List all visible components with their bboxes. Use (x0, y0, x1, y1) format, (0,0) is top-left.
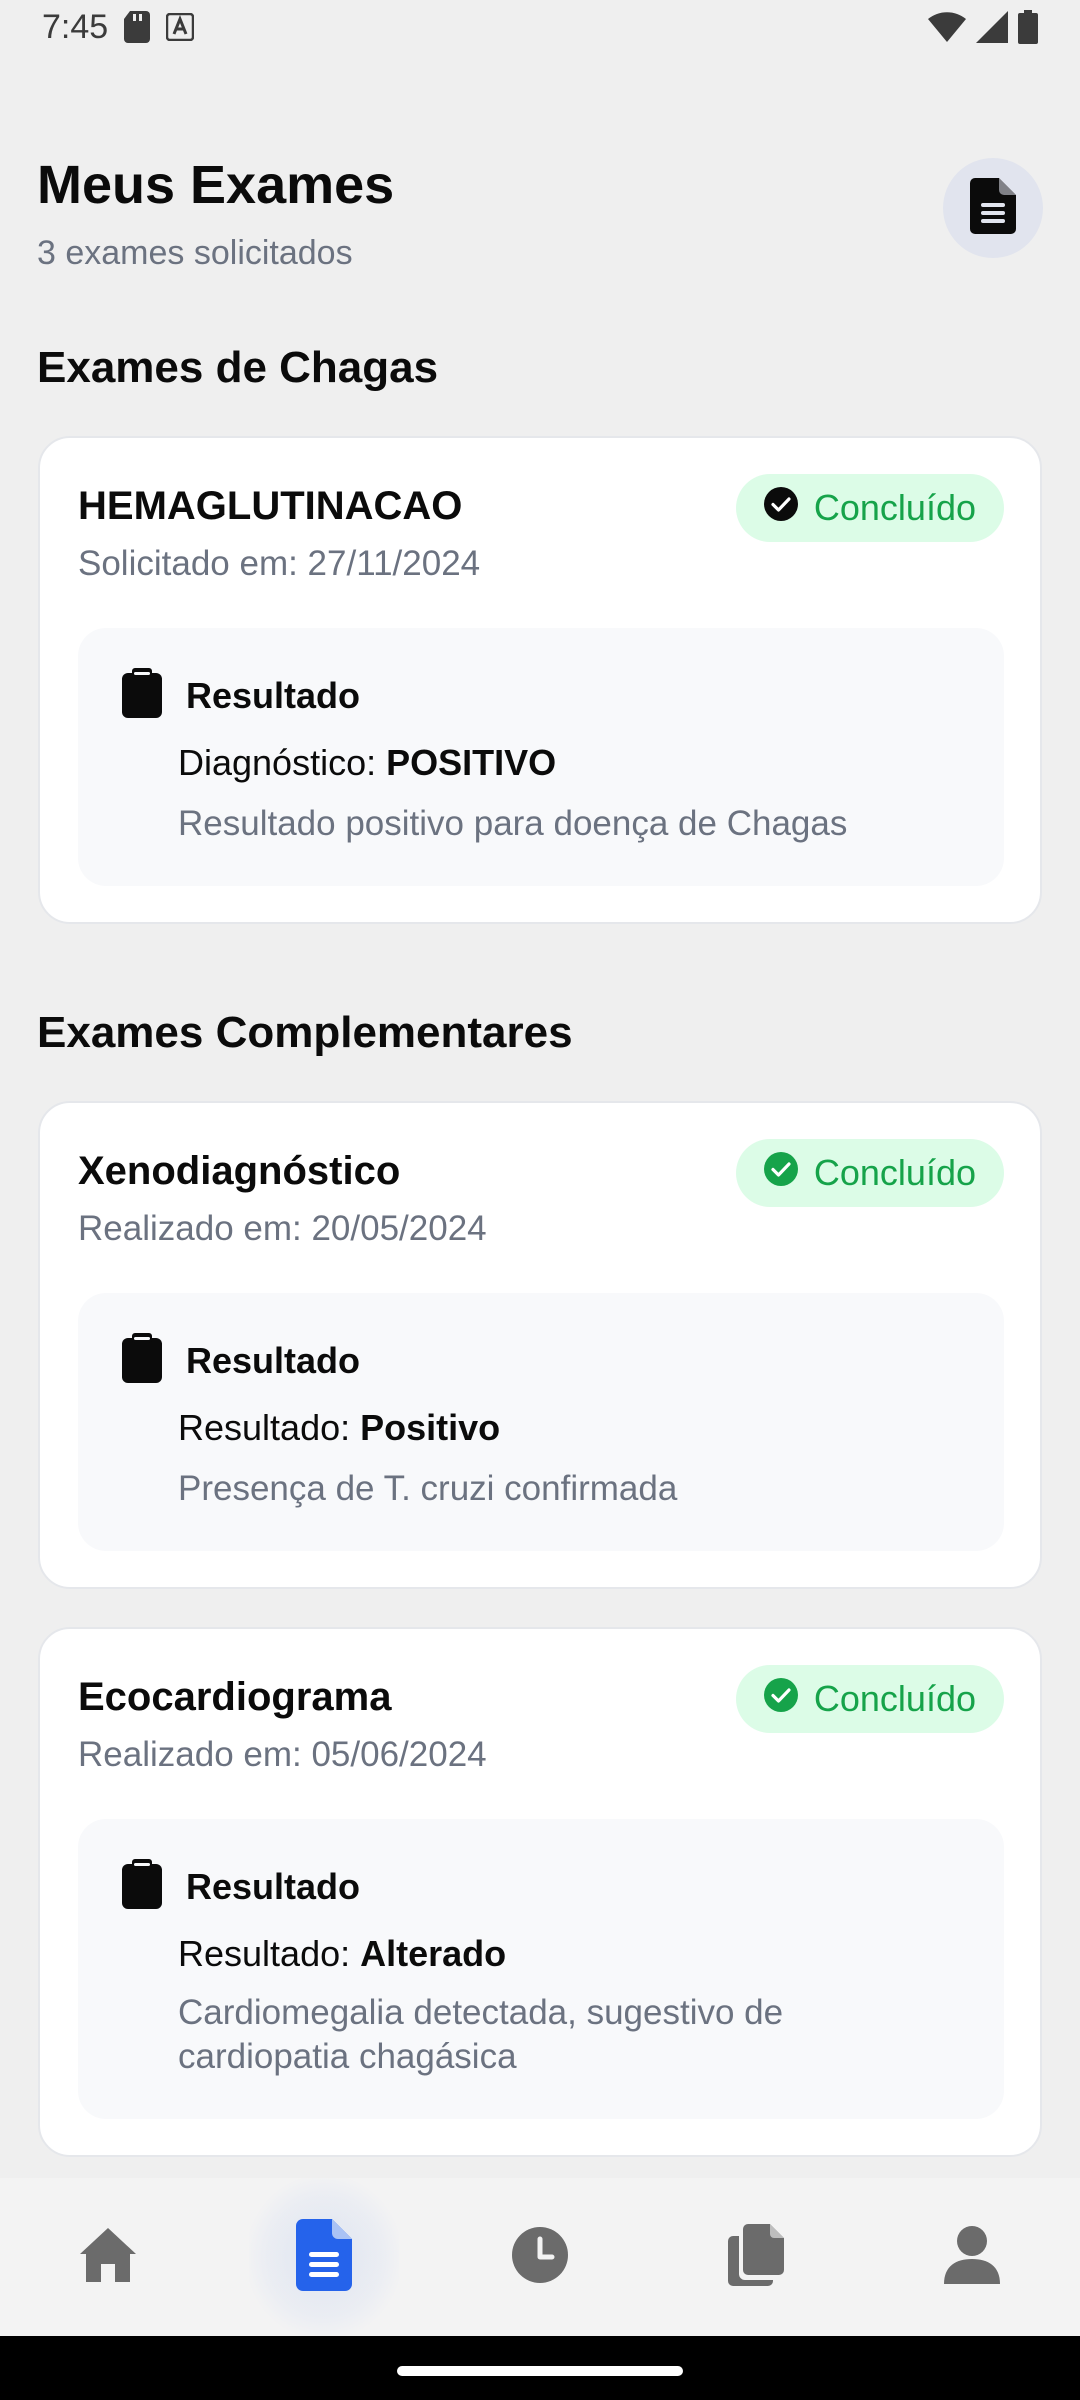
exam-name: HEMAGLUTINACAO (78, 484, 463, 528)
exam-date: Realizado em: 05/06/2024 (78, 1735, 487, 1774)
nav-profile[interactable] (897, 2178, 1047, 2336)
page-header: Meus Exames 3 exames solicitados (37, 158, 1043, 278)
result-label: Resultado (186, 1865, 361, 1907)
status-badge: Concluído (735, 1139, 1004, 1207)
home-gesture-handle[interactable] (397, 2366, 683, 2376)
result-label: Resultado (186, 674, 361, 716)
exam-card-hemaglutinacao[interactable]: HEMAGLUTINACAO Solicitado em: 27/11/2024… (38, 436, 1042, 924)
gesture-bar (0, 2336, 1080, 2400)
keyboard-icon (166, 13, 195, 41)
exams-content[interactable]: Meus Exames 3 exames solicitados Exames … (0, 54, 1080, 2178)
result-description: Presença de T. cruzi confirmada (178, 1469, 678, 1508)
check-circle-icon (763, 486, 798, 530)
status-time: 7:45 (42, 7, 109, 46)
result-description: Cardiomegalia detectada, sugestivo de ca… (178, 1993, 784, 2076)
status-badge: Concluído (735, 474, 1004, 542)
result-line-value: POSITIVO (386, 742, 557, 783)
exam-card-xenodiagnostico[interactable]: Xenodiagnóstico Realizado em: 20/05/2024… (38, 1101, 1042, 1589)
result-description: Resultado positivo para doença de Chagas (178, 804, 848, 843)
result-line: Resultado: Alterado (178, 1933, 506, 1975)
profile-icon (944, 2225, 1000, 2289)
check-circle-icon (763, 1151, 798, 1195)
nav-home[interactable] (33, 2178, 183, 2336)
sd-card-icon (124, 11, 151, 43)
result-box: Resultado Resultado: Positivo Presença d… (78, 1293, 1004, 1551)
exam-name: Ecocardiograma (78, 1675, 392, 1719)
clock-icon (512, 2226, 568, 2288)
status-text: Concluído (813, 487, 976, 528)
result-label: Resultado (186, 1339, 361, 1381)
result-line-prefix: Resultado: (178, 1933, 361, 1974)
document-icon (970, 177, 1016, 239)
status-bar: 7:45 (0, 0, 1080, 54)
header-document-button[interactable] (943, 158, 1043, 258)
result-line-prefix: Resultado: (178, 1407, 361, 1448)
result-box: Resultado Resultado: Alterado Cardiomega… (78, 1819, 1004, 2119)
home-icon (78, 2226, 138, 2289)
result-line-value: Positivo (360, 1407, 501, 1448)
clipboard-icon (122, 668, 162, 723)
result-line-prefix: Diagnóstico: (178, 742, 387, 783)
result-box: Resultado Diagnóstico: POSITIVO Resultad… (78, 628, 1004, 886)
bottom-nav (0, 2178, 1080, 2336)
section-title-complementares: Exames Complementares (37, 1008, 573, 1057)
exam-name: Xenodiagnóstico (78, 1149, 401, 1193)
status-text: Concluído (813, 1152, 976, 1193)
status-right (928, 10, 1038, 44)
result-line: Resultado: Positivo (178, 1407, 500, 1449)
result-line: Diagnóstico: POSITIVO (178, 742, 556, 784)
exam-card-ecocardiograma[interactable]: Ecocardiograma Realizado em: 05/06/2024 … (38, 1627, 1042, 2157)
result-header: Resultado (122, 1859, 360, 1914)
files-icon (728, 2223, 784, 2291)
page-title: Meus Exames (37, 155, 395, 215)
status-left: 7:45 (42, 7, 195, 47)
nav-exams[interactable] (249, 2178, 399, 2336)
clipboard-icon (122, 1859, 162, 1914)
status-badge: Concluído (735, 1665, 1004, 1733)
result-header: Resultado (122, 1333, 360, 1388)
status-text: Concluído (813, 1678, 976, 1719)
page-subtitle: 3 exames solicitados (37, 234, 353, 272)
clipboard-icon (122, 1333, 162, 1388)
signal-icon (976, 11, 1008, 43)
battery-icon (1018, 10, 1038, 44)
exam-date: Solicitado em: 27/11/2024 (78, 544, 481, 583)
check-circle-icon (763, 1677, 798, 1721)
result-line-value: Alterado (360, 1933, 507, 1974)
document-icon (296, 2218, 352, 2296)
section-title-chagas: Exames de Chagas (37, 343, 439, 392)
result-header: Resultado (122, 668, 360, 723)
nav-documents[interactable] (681, 2178, 831, 2336)
exam-date: Realizado em: 20/05/2024 (78, 1209, 487, 1248)
wifi-icon (928, 11, 966, 43)
nav-history[interactable] (465, 2178, 615, 2336)
